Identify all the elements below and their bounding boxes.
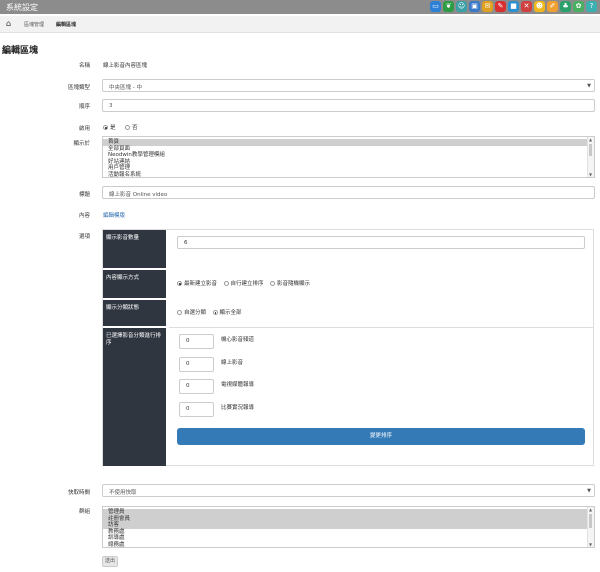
enabled-radio-group: 是 否	[103, 123, 138, 131]
display-mode-option-label: 最新建立影音	[184, 281, 218, 287]
groups-scrollbar[interactable]: ▲ ▼	[587, 507, 594, 547]
home-icon[interactable]: ⌂	[6, 19, 11, 28]
category-status-radio[interactable]	[177, 310, 182, 315]
type-label: 區塊類型	[67, 85, 90, 91]
display-mode-radio[interactable]	[223, 281, 229, 286]
type-select-value: 中央區塊 - 中	[109, 85, 142, 91]
order-label: 順序	[78, 104, 90, 110]
show-in-option[interactable]: 活動報名系統	[103, 172, 594, 178]
name-value: 線上影音內容區塊	[103, 63, 148, 69]
order-input[interactable]: 3	[102, 99, 595, 112]
app-title: 系統設定	[6, 3, 38, 12]
type-select[interactable]: 中央區塊 - 中 ▼	[102, 79, 595, 92]
groups-listbox[interactable]: 管理員 註冊會員 訪客 教務處 訓導處 總務處 ▲ ▼	[102, 506, 595, 548]
category-status-label-cell: 顯示分類狀態	[103, 300, 166, 326]
submit-button[interactable]: 送出	[102, 556, 118, 567]
mail-icon[interactable]: ✉	[482, 1, 493, 12]
category-order-value: 0	[186, 361, 190, 367]
display-mode-label: 內容顯示方式	[106, 275, 140, 281]
category-order-value: 0	[186, 406, 190, 412]
show-in-label: 顯示於	[73, 141, 90, 147]
groups-option[interactable]: 總務處	[103, 542, 594, 548]
cube-icon[interactable]: ■	[508, 1, 519, 12]
video-count-input[interactable]: 6	[177, 236, 585, 249]
display-mode-label-cell: 內容顯示方式	[103, 270, 166, 298]
enabled-no-radio[interactable]	[125, 125, 131, 130]
chevron-down-icon: ▼	[587, 83, 591, 89]
divider	[169, 327, 594, 328]
cache-label: 快取時間	[67, 490, 90, 496]
enabled-no-label: 否	[132, 125, 138, 131]
category-name: 電視媒體報導	[221, 382, 255, 388]
edit-icon[interactable]: ✐	[547, 1, 558, 12]
options-label: 選項	[78, 234, 90, 240]
title-input[interactable]: 線上影音 Online video	[102, 186, 595, 199]
category-order-value: 0	[186, 383, 190, 389]
scroll-up-icon[interactable]: ▲	[589, 507, 592, 512]
display-mode-radio-group: 最新建立影音 自行建立排序 影音隨機顯示	[177, 279, 310, 287]
category-status-label: 顯示分類狀態	[106, 305, 140, 311]
top-icon-bar: ▭ ❦ ☺ ▣ ✉ ✎ ■ ✕ ☻ ✐ ♣ ✿ ?	[430, 1, 597, 12]
display-mode-radio[interactable]	[177, 281, 182, 286]
change-order-button[interactable]: 變更排序	[177, 428, 585, 445]
category-name: 機心影音頻道	[221, 337, 255, 343]
scroll-down-icon[interactable]: ▼	[589, 172, 592, 177]
scroll-thumb[interactable]	[589, 514, 592, 528]
page-title: 編輯區塊	[2, 46, 39, 56]
title-input-value: 線上影音 Online video	[109, 192, 168, 198]
cache-select[interactable]: 不使用快取 ▼	[102, 484, 595, 497]
help-icon[interactable]: ?	[586, 1, 597, 12]
feather-icon[interactable]: ✎	[495, 1, 506, 12]
chat-icon[interactable]: ✿	[573, 1, 584, 12]
category-status-option-label: 自選分類	[184, 310, 207, 316]
image-icon[interactable]: ▣	[469, 1, 480, 12]
scroll-up-icon[interactable]: ▲	[589, 137, 592, 142]
cache-select-value: 不使用快取	[109, 490, 137, 496]
breadcrumb-item-edit-block: 編輯區塊	[56, 22, 77, 28]
options-panel: 顯示影音數量 6 內容顯示方式 最新建立影音 自行建立排序 影音隨機顯示 顯示分…	[102, 229, 594, 466]
category-order-value: 0	[186, 338, 190, 344]
breadcrumb: ⌂ 區塊管理 編輯區塊	[0, 16, 600, 33]
top-bar: 系統設定 ▭ ❦ ☺ ▣ ✉ ✎ ■ ✕ ☻ ✐ ♣ ✿ ?	[0, 0, 600, 14]
people-icon[interactable]: ☺	[456, 1, 467, 12]
enabled-label: 啟用	[78, 126, 90, 132]
enabled-yes-label: 是	[110, 125, 116, 131]
smiley-icon[interactable]: ☻	[534, 1, 545, 12]
video-count-label: 顯示影音數量	[106, 235, 140, 241]
tools-icon[interactable]: ✕	[521, 1, 532, 12]
enabled-yes-radio[interactable]	[103, 125, 108, 130]
display-mode-option-label: 自行建立排序	[230, 281, 264, 287]
category-status-option-label: 顯示全部	[219, 310, 242, 316]
order-input-value: 3	[109, 103, 113, 109]
groups-label: 群組	[78, 509, 90, 515]
content-label: 內容	[78, 213, 90, 219]
users-icon[interactable]: ♣	[560, 1, 571, 12]
category-name: 線上影音	[221, 360, 244, 366]
display-mode-option-label: 影音隨機顯示	[277, 281, 311, 287]
selected-categories-label-cell: 已選擇影音分類進行排序	[103, 328, 166, 466]
leaf-icon[interactable]: ❦	[443, 1, 454, 12]
category-status-radio[interactable]	[212, 310, 218, 315]
video-count-label-cell: 顯示影音數量	[103, 230, 166, 268]
category-order-input[interactable]: 0	[179, 402, 214, 417]
name-label: 名稱	[78, 63, 90, 69]
category-order-input[interactable]: 0	[179, 357, 214, 372]
title-label: 標題	[78, 192, 90, 198]
breadcrumb-item-block-management[interactable]: 區塊管理	[24, 21, 44, 28]
category-order-input[interactable]: 0	[179, 379, 214, 394]
category-name: 比賽實況報導	[221, 405, 255, 411]
scroll-down-icon[interactable]: ▼	[589, 542, 592, 547]
scroll-thumb[interactable]	[589, 144, 592, 156]
video-count-value: 6	[184, 240, 188, 246]
chevron-down-icon: ▼	[587, 488, 591, 494]
edit-template-link[interactable]: 編輯模版	[103, 211, 125, 219]
show-in-scrollbar[interactable]: ▲ ▼	[587, 137, 594, 177]
display-mode-radio[interactable]	[270, 281, 276, 286]
monitor-icon[interactable]: ▭	[430, 1, 441, 12]
show-in-listbox[interactable]: 首頁 全部頁面 Neodwin教學管理模組 好站連結 用戶管理 活動報名系統 ▲…	[102, 136, 595, 178]
category-order-input[interactable]: 0	[179, 334, 214, 349]
category-status-radio-group: 自選分類 顯示全部	[177, 308, 242, 316]
selected-categories-label: 已選擇影音分類進行排序	[106, 333, 162, 346]
